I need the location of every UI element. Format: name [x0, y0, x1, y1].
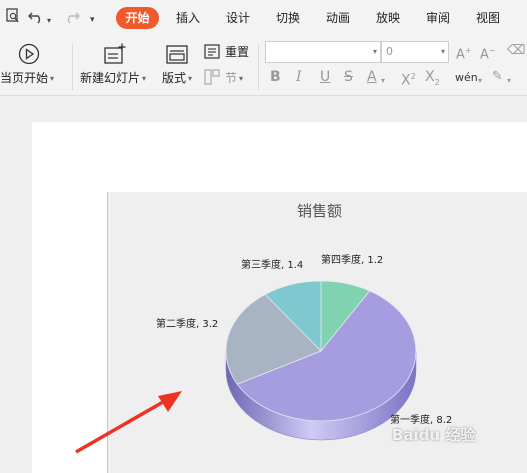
- pie-chart-svg: [75, 280, 417, 454]
- data-label-q4: 第四季度, 1.2: [321, 255, 384, 266]
- data-label-q2: 第二季度, 3.2: [156, 319, 219, 330]
- red-arrow: [75, 391, 182, 454]
- watermark: Baidu 经验: [392, 426, 476, 444]
- data-label-q3: 第三季度, 1.4: [241, 260, 304, 271]
